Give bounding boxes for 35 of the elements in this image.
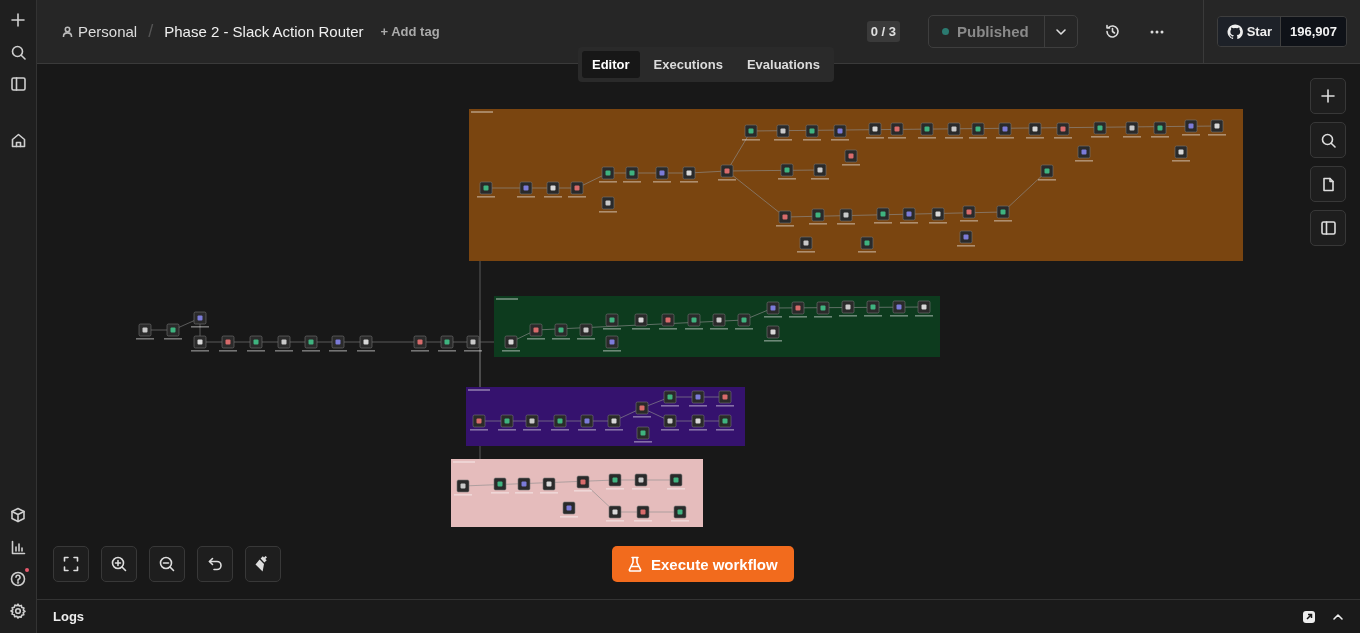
github-star-widget[interactable]: Star 196,907	[1216, 16, 1347, 47]
add-tag-link[interactable]: + Add tag	[380, 24, 440, 39]
plus-icon	[1321, 89, 1335, 103]
document-button[interactable]	[1310, 166, 1346, 202]
view-tab[interactable]: Evaluations	[736, 51, 830, 78]
counter-badge: 0 / 3	[866, 21, 900, 42]
fit-view-button[interactable]	[53, 546, 89, 582]
document-icon	[1320, 176, 1336, 192]
zoom-in-icon	[111, 556, 127, 572]
zoom-out-button[interactable]	[149, 546, 185, 582]
view-tab[interactable]: Executions	[643, 51, 733, 78]
pop-out-icon[interactable]	[1302, 609, 1316, 624]
tidy-up-button[interactable]	[245, 546, 281, 582]
fit-view-icon	[63, 556, 79, 572]
flask-icon	[628, 556, 642, 572]
logs-title[interactable]: Logs	[53, 609, 1286, 624]
user-icon	[62, 26, 73, 37]
zoom-out-icon	[159, 556, 175, 572]
notification-dot	[25, 568, 29, 572]
search-button[interactable]	[1310, 122, 1346, 158]
sidebar-panel-icon	[1320, 221, 1336, 235]
published-button[interactable]: Published	[929, 16, 1045, 47]
undo-button[interactable]	[197, 546, 233, 582]
search-icon	[1320, 132, 1336, 148]
panel-toggle-button[interactable]	[1310, 210, 1346, 246]
zoom-in-button[interactable]	[101, 546, 137, 582]
star-count: 196,907	[1281, 17, 1346, 46]
breadcrumb-separator: /	[148, 21, 154, 42]
undo-icon	[207, 557, 223, 571]
view-tab[interactable]: Editor	[582, 51, 640, 78]
project-link[interactable]: Personal	[62, 23, 138, 40]
github-logo	[1226, 23, 1243, 40]
add-node-button[interactable]	[1310, 78, 1346, 114]
chevron-up-icon[interactable]	[1332, 612, 1344, 621]
workflow-name[interactable]: Phase 2 - Slack Action Router	[164, 23, 364, 40]
